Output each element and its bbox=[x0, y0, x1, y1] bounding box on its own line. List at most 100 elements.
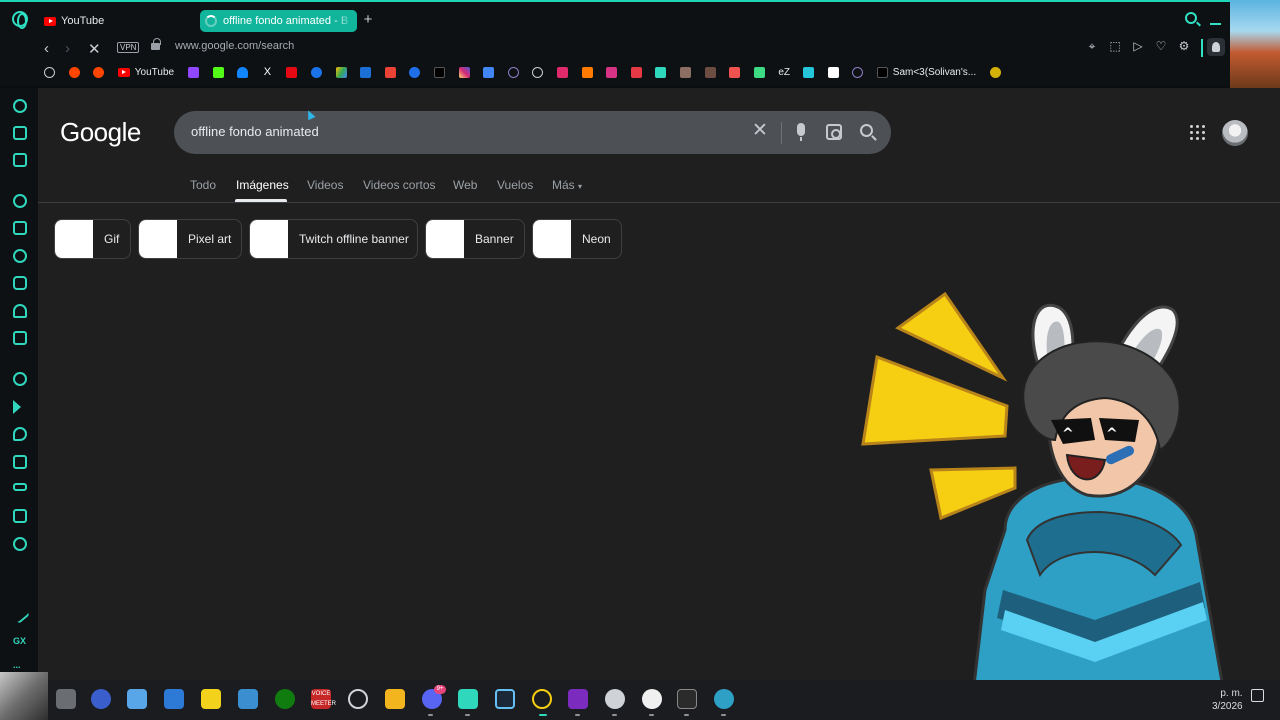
opera-gx-icon[interactable] bbox=[532, 689, 552, 709]
app-icon[interactable] bbox=[679, 67, 691, 78]
google-docs-icon[interactable] bbox=[483, 67, 495, 78]
back-button[interactable]: ‹ bbox=[44, 41, 49, 57]
app-icon[interactable] bbox=[827, 67, 839, 78]
filter-chip-neon[interactable]: Neon bbox=[532, 219, 622, 259]
app-icon[interactable] bbox=[714, 689, 734, 709]
heart-icon[interactable] bbox=[13, 427, 27, 441]
bookmark-youtube[interactable]: YouTube bbox=[117, 67, 188, 78]
xbox-icon[interactable] bbox=[275, 689, 295, 709]
app-icon[interactable] bbox=[606, 67, 618, 78]
microphone-icon[interactable] bbox=[797, 123, 805, 141]
extensions-icon[interactable]: ⚙ bbox=[1177, 39, 1191, 53]
gmail-icon[interactable] bbox=[384, 67, 396, 78]
canva-icon[interactable] bbox=[409, 67, 421, 78]
portal-icon[interactable] bbox=[507, 67, 519, 78]
tab-mas[interactable]: Más ▾ bbox=[552, 178, 582, 192]
app-icon[interactable] bbox=[704, 67, 716, 78]
tab-imagenes[interactable]: Imágenes bbox=[236, 178, 289, 192]
tab-todo[interactable]: Todo bbox=[190, 178, 216, 192]
task-view-icon[interactable] bbox=[56, 689, 76, 709]
microsoft-store-icon[interactable] bbox=[164, 689, 184, 709]
avatar[interactable] bbox=[1222, 120, 1248, 146]
messenger-icon[interactable] bbox=[13, 331, 27, 345]
app-icon[interactable] bbox=[803, 67, 814, 78]
google-lens-icon[interactable] bbox=[826, 124, 842, 140]
search-input[interactable]: offline fondo animated bbox=[191, 124, 319, 139]
opera-gx-logo-icon[interactable] bbox=[12, 11, 28, 29]
tab-youtube[interactable]: YouTube bbox=[44, 10, 194, 32]
url-field[interactable]: www.google.com/search bbox=[175, 40, 294, 52]
app-icon[interactable] bbox=[127, 689, 147, 709]
filter-chip-gif[interactable]: Gif bbox=[54, 219, 131, 259]
bookmark-ez[interactable]: eZ bbox=[778, 67, 790, 78]
minimize-button[interactable] bbox=[1210, 23, 1221, 25]
app-icon[interactable] bbox=[458, 689, 478, 709]
instagram-icon[interactable] bbox=[13, 276, 27, 290]
player-icon[interactable] bbox=[13, 400, 21, 414]
snapshot-icon[interactable]: ⬚ bbox=[1108, 39, 1122, 53]
app-icon[interactable] bbox=[642, 689, 662, 709]
tab-web[interactable]: Web bbox=[453, 178, 477, 192]
instagram-icon[interactable] bbox=[458, 67, 470, 78]
app-icon[interactable] bbox=[581, 67, 593, 78]
tab-videos[interactable]: Videos bbox=[307, 178, 343, 192]
filter-chip-twitch-offline-banner[interactable]: Twitch offline banner bbox=[249, 219, 418, 259]
terminal-icon[interactable] bbox=[677, 689, 697, 709]
player-icon[interactable]: ▷ bbox=[1131, 39, 1145, 53]
tab-search-icon[interactable] bbox=[1185, 12, 1197, 24]
x-icon[interactable]: X bbox=[262, 67, 273, 78]
duolingo-icon[interactable] bbox=[753, 67, 765, 78]
tab-google-search[interactable]: offline fondo animated - B bbox=[200, 10, 357, 32]
google-drive-icon[interactable] bbox=[335, 67, 347, 78]
filter-chip-banner[interactable]: Banner bbox=[425, 219, 525, 259]
tiktok-icon[interactable] bbox=[434, 67, 446, 78]
pin-icon[interactable]: ⌖ bbox=[1085, 39, 1099, 53]
twitch-icon[interactable] bbox=[13, 221, 27, 235]
app-icon[interactable] bbox=[91, 689, 111, 709]
tab-vuelos[interactable]: Vuelos bbox=[497, 178, 533, 192]
app-icon[interactable] bbox=[630, 67, 642, 78]
lock-icon[interactable] bbox=[151, 38, 161, 50]
google-logo[interactable]: Google bbox=[60, 117, 141, 148]
new-tab-button[interactable]: + bbox=[361, 12, 375, 27]
outlook-icon[interactable] bbox=[360, 67, 372, 78]
google-apps-icon[interactable] bbox=[1190, 125, 1205, 140]
stop-loading-button[interactable]: ✕ bbox=[88, 40, 101, 58]
heart-icon[interactable]: ♡ bbox=[1154, 39, 1168, 53]
voicemeeter-icon[interactable]: VOICE MEETER bbox=[311, 689, 336, 709]
obs-icon[interactable] bbox=[348, 689, 368, 709]
twitch-icon[interactable] bbox=[188, 67, 200, 78]
search-box[interactable]: offline fondo animated ✕ bbox=[174, 111, 891, 154]
extensions-icon[interactable] bbox=[13, 509, 27, 523]
reddit-icon[interactable] bbox=[68, 67, 80, 78]
clear-icon[interactable]: ✕ bbox=[752, 121, 768, 141]
bluesky-icon[interactable] bbox=[237, 67, 249, 78]
whatsapp-icon[interactable] bbox=[13, 249, 27, 263]
filter-chip-pixel-art[interactable]: Pixel art bbox=[138, 219, 242, 259]
chatgpt-icon[interactable] bbox=[13, 194, 27, 208]
file-explorer-icon[interactable] bbox=[385, 689, 405, 709]
bluesky-icon[interactable] bbox=[13, 304, 27, 318]
music-player-icon[interactable] bbox=[13, 372, 27, 386]
photos-icon[interactable] bbox=[238, 689, 258, 709]
reddit-icon[interactable] bbox=[93, 67, 105, 78]
tabs-icon[interactable] bbox=[13, 483, 27, 491]
app-icon[interactable] bbox=[568, 689, 588, 709]
expand-icon[interactable] bbox=[10, 604, 30, 624]
more-icon[interactable]: ... bbox=[13, 660, 21, 670]
anchor-icon[interactable] bbox=[532, 67, 544, 78]
vpn-badge[interactable]: VPN bbox=[117, 42, 140, 53]
gx-label[interactable]: GX bbox=[13, 636, 26, 646]
pocket-icon[interactable] bbox=[729, 67, 741, 78]
gx-corner-icon[interactable] bbox=[13, 153, 27, 167]
app-icon[interactable] bbox=[655, 67, 667, 78]
app-icon[interactable] bbox=[605, 689, 625, 709]
pin-icon[interactable] bbox=[13, 455, 27, 469]
search-icon[interactable] bbox=[860, 124, 873, 137]
prime-video-icon[interactable] bbox=[311, 67, 323, 78]
steam-icon[interactable] bbox=[495, 689, 515, 709]
app-icon[interactable] bbox=[852, 67, 864, 78]
system-clock[interactable]: p. m. 3/2026 bbox=[1212, 687, 1243, 713]
settings-icon[interactable] bbox=[13, 537, 27, 551]
app-icon[interactable] bbox=[990, 67, 1002, 78]
